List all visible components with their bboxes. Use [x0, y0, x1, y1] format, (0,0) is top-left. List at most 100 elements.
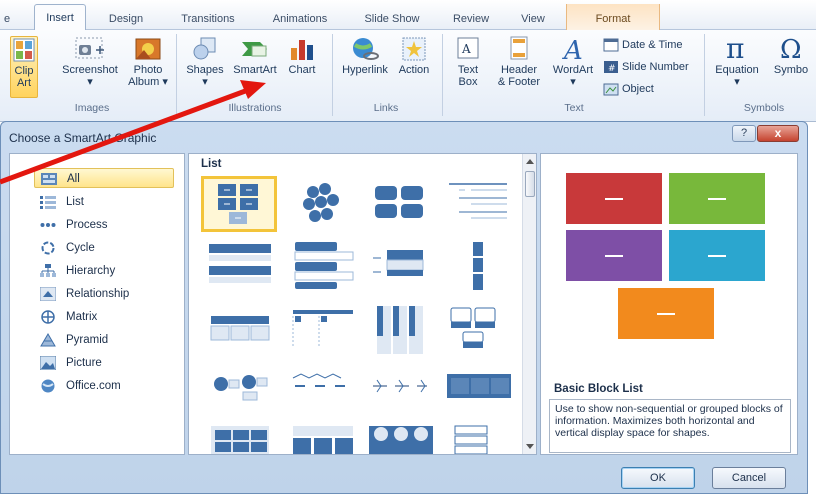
ok-button[interactable]: OK [621, 467, 695, 489]
category-pyramid[interactable]: Pyramid [34, 330, 174, 350]
layout-segmented-list[interactable] [363, 302, 439, 358]
chart-label: Chart [288, 64, 316, 76]
text-box-button[interactable]: A Text Box [448, 36, 488, 98]
tab-slide-show[interactable]: Slide Show [351, 9, 433, 30]
screenshot-button[interactable]: Screenshot ▾ [58, 36, 122, 98]
category-label: Hierarchy [66, 265, 116, 277]
horizontal-list-thumbnail [293, 426, 353, 454]
action-icon [402, 37, 426, 61]
action-button[interactable]: Action [394, 36, 434, 98]
list-icon [40, 196, 56, 209]
svg-text:Ω: Ω [780, 36, 802, 62]
group-label-symbols: Symbols [743, 102, 785, 114]
layout-vertical-box-list[interactable] [441, 238, 517, 294]
screenshot-dropdown-label: ▾ [87, 76, 93, 88]
layout-lined-list[interactable] [441, 176, 517, 232]
tab-file-partial[interactable]: e [2, 9, 12, 30]
layout-horizontal-bullet-list[interactable] [285, 238, 361, 294]
group-separator [704, 34, 705, 116]
preview-description: Use to show non-sequential or grouped bl… [549, 399, 791, 453]
group-label-illustrations: Illustrations [228, 102, 282, 114]
photo-album-button[interactable]: Photo Album ▾ [122, 36, 174, 98]
tab-design[interactable]: Design [98, 9, 154, 30]
category-process[interactable]: Process [34, 215, 174, 235]
group-separator [176, 34, 177, 116]
category-hierarchy[interactable]: Hierarchy [34, 261, 174, 281]
layout-tab-list[interactable] [441, 422, 517, 454]
layout-pyramid-list[interactable] [285, 302, 361, 358]
equation-dropdown-label: ▾ [734, 76, 740, 88]
layout-picture-accent-list[interactable] [203, 364, 279, 420]
layout-vertical-bullet-list[interactable] [203, 238, 279, 294]
category-matrix[interactable]: Matrix [34, 307, 174, 327]
layout-horizontal-list[interactable] [285, 422, 361, 454]
smartart-button[interactable]: SmartArt [228, 36, 282, 98]
object-button[interactable]: Object [603, 80, 654, 98]
layout-rounded-block-list[interactable] [363, 176, 439, 232]
text-box-icon: A [457, 37, 479, 59]
hyperlink-button[interactable]: Hyperlink [336, 36, 394, 98]
scroll-up-icon[interactable] [526, 159, 534, 164]
tab-insert[interactable]: Insert [34, 4, 86, 31]
preview-block-red [566, 173, 662, 224]
shapes-dropdown-label: ▾ [202, 76, 208, 88]
layout-bending-bullet-list[interactable] [285, 364, 361, 420]
picture-accent-list-thumbnail [214, 375, 268, 401]
header-footer-button[interactable]: Header & Footer [492, 36, 546, 98]
screenshot-label: Screenshot [62, 64, 118, 76]
svg-text:A: A [562, 36, 583, 62]
chart-button[interactable]: Chart [282, 36, 322, 98]
layout-hexagon-list[interactable] [285, 176, 361, 232]
basic-block-list-thumbnail [218, 184, 258, 224]
wordart-button[interactable]: A WordArt ▾ [546, 36, 600, 98]
group-separator [332, 34, 333, 116]
tab-transitions[interactable]: Transitions [170, 9, 246, 30]
header-footer-icon [510, 36, 528, 60]
gallery-heading: List [201, 158, 222, 170]
layout-continuous-block-list[interactable] [441, 364, 517, 420]
text-box-label-2: Box [458, 76, 478, 88]
slide-number-label: Slide Number [622, 61, 689, 73]
category-office-com[interactable]: Office.com [34, 376, 174, 396]
layout-basic-block-list[interactable] [201, 176, 277, 232]
smartart-label: SmartArt [233, 64, 277, 76]
picture-caption-list-thumbnail [450, 307, 496, 348]
category-picture[interactable]: Picture [34, 353, 174, 373]
action-label: Action [398, 64, 430, 76]
continuous-block-list-thumbnail [447, 374, 511, 398]
layout-grouped-list[interactable] [203, 422, 279, 454]
close-button[interactable]: x [757, 125, 799, 142]
help-button[interactable]: ? [732, 125, 756, 142]
tab-view[interactable]: View [510, 9, 556, 30]
preview-block-orange [618, 288, 714, 339]
equation-label: Equation [715, 64, 759, 76]
equation-button[interactable]: π Equation ▾ [708, 36, 766, 98]
layout-picture-strips[interactable] [363, 422, 439, 454]
group-label-links: Links [373, 102, 399, 114]
matrix-icon [41, 310, 55, 324]
clip-art-button[interactable]: Clip Art [10, 36, 38, 98]
layout-table-list[interactable] [203, 302, 279, 358]
layout-picture-caption-list[interactable] [441, 302, 517, 358]
category-list-item[interactable]: List [34, 192, 174, 212]
category-relationship[interactable]: Relationship [34, 284, 174, 304]
scrollbar-thumb[interactable] [525, 171, 535, 197]
photo-album-label-1: Photo [133, 64, 163, 76]
bending-bullet-list-thumbnail [292, 373, 345, 387]
category-all[interactable]: All [34, 168, 174, 188]
scroll-down-icon[interactable] [526, 444, 534, 449]
picture-strips-thumbnail [369, 426, 433, 454]
category-cycle[interactable]: Cycle [34, 238, 174, 258]
tab-format[interactable]: Format [566, 4, 660, 30]
cancel-button[interactable]: Cancel [712, 467, 786, 489]
shapes-button[interactable]: Shapes ▾ [182, 36, 228, 98]
gallery-scrollbar[interactable] [522, 154, 536, 454]
symbol-label: Symbo [773, 64, 809, 76]
tab-review[interactable]: Review [444, 9, 498, 30]
symbol-button[interactable]: Ω Symbo [766, 36, 816, 98]
layout-stacked-list[interactable] [363, 238, 439, 294]
tab-animations[interactable]: Animations [260, 9, 340, 30]
layout-arrow-bullet-list[interactable] [363, 364, 439, 420]
date-time-button[interactable]: Date & Time [603, 36, 683, 54]
slide-number-button[interactable]: # Slide Number [603, 58, 689, 76]
